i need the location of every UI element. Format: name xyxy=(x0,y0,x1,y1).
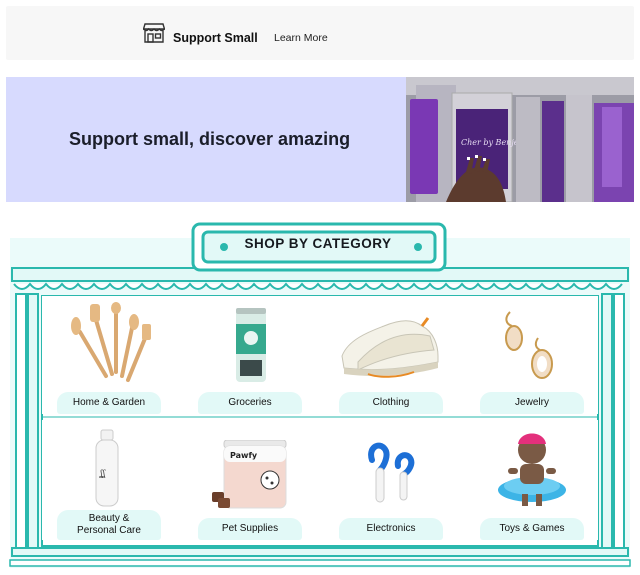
pet-product-brand: Pawfy xyxy=(230,451,258,460)
category-label: Pet Supplies xyxy=(221,523,279,534)
category-beauty-personal-care[interactable]: Beauty & Personal Care xyxy=(57,510,161,540)
earbud-hooks-icon xyxy=(368,442,415,503)
earrings-icon xyxy=(505,311,553,379)
hero-banner[interactable]: Support small, discover amazing Cher by … xyxy=(6,77,634,202)
category-home-garden[interactable]: Home & Garden xyxy=(57,392,161,414)
doll-icon xyxy=(498,433,566,506)
hero-product-photo: Cher by Benje xyxy=(406,77,634,202)
category-groceries[interactable]: Groceries xyxy=(198,392,302,414)
wooden-utensils-icon xyxy=(71,302,151,382)
learn-more-link[interactable]: Learn More xyxy=(274,32,328,44)
support-small-label: Support Small xyxy=(173,31,258,45)
category-label: Beauty & Personal Care xyxy=(57,510,161,537)
category-label-line2: Personal Care xyxy=(77,525,141,536)
category-clothing[interactable]: Clothing xyxy=(339,392,443,414)
sneakers-icon xyxy=(341,317,439,378)
pet-supplement-tub-icon: Pawfy xyxy=(212,440,287,509)
category-toys-games[interactable]: Toys & Games xyxy=(480,518,584,540)
storefront-icon xyxy=(143,23,165,43)
category-jewelry[interactable]: Jewelry xyxy=(480,392,584,414)
section-title: SHOP BY CATEGORY xyxy=(244,236,392,251)
category-label: Jewelry xyxy=(515,397,549,408)
category-label: Groceries xyxy=(228,397,272,408)
category-electronics[interactable]: Electronics xyxy=(339,518,443,540)
shop-by-category-storefront: SHOP BY CATEGORY ʆʆ Pawfy Home & Garden … xyxy=(0,210,640,575)
category-label: Toys & Games xyxy=(499,523,565,534)
category-label-line1: Beauty & xyxy=(88,513,130,524)
top-bar: Support Small Learn More xyxy=(6,6,634,60)
beauty-bottle-icon: ʆʆ xyxy=(95,429,119,507)
beverage-can-icon xyxy=(236,308,266,382)
hero-product-brand: Cher by Benje xyxy=(461,138,519,147)
category-pet-supplies[interactable]: Pet Supplies xyxy=(198,518,302,540)
hero-title: Support small, discover amazing xyxy=(69,129,351,149)
category-label: Clothing xyxy=(372,397,410,408)
category-label: Home & Garden xyxy=(72,397,146,408)
category-label: Electronics xyxy=(366,523,416,534)
